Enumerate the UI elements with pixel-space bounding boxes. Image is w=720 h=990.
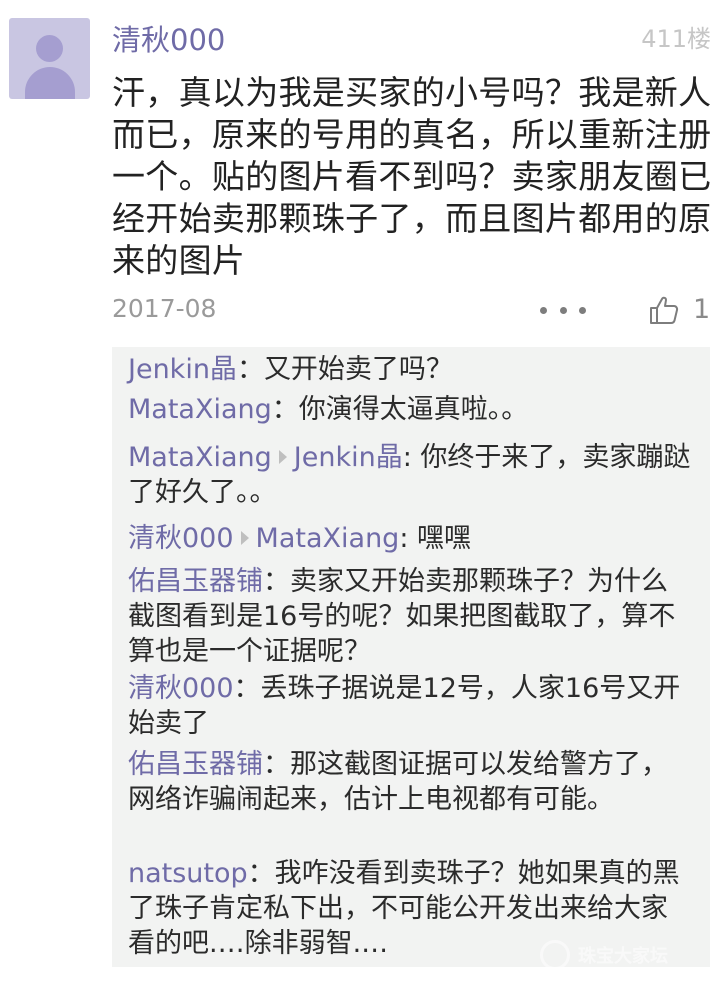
reply-to-author[interactable]: Jenkin晶 bbox=[294, 442, 403, 473]
reply-to-author[interactable]: MataXiang bbox=[256, 523, 400, 554]
reply-item[interactable]: Jenkin晶：又开始卖了吗？ bbox=[128, 352, 693, 387]
more-dot-icon bbox=[559, 306, 567, 314]
user-avatar-icon[interactable] bbox=[9, 18, 90, 99]
reply-list: Jenkin晶：又开始卖了吗？ MataXiang：你演得太逼真啦。。 Mata… bbox=[112, 347, 710, 967]
floor-number: 411楼 bbox=[641, 25, 711, 53]
reply-author[interactable]: 清秋000 bbox=[128, 673, 234, 704]
post-date: 2017-08 bbox=[112, 294, 217, 323]
reply-text: 又开始卖了吗？ bbox=[263, 354, 453, 385]
site-watermark: 珠宝大家坛 bbox=[540, 938, 710, 972]
post-username[interactable]: 清秋000 bbox=[112, 21, 225, 59]
more-dot-icon bbox=[579, 306, 586, 314]
reply-separator: ： bbox=[263, 749, 290, 780]
reply-author[interactable]: 清秋000 bbox=[128, 523, 234, 554]
reply-author[interactable]: Jenkin晶 bbox=[128, 354, 237, 385]
like-count: 1 bbox=[693, 294, 711, 325]
reply-author[interactable]: MataXiang bbox=[128, 442, 272, 473]
reply-author[interactable]: 佑昌玉器铺 bbox=[128, 566, 263, 597]
reply-text: 你演得太逼真啦。。 bbox=[298, 394, 529, 425]
reply-separator: ： bbox=[233, 673, 261, 704]
thumbs-up-icon bbox=[650, 296, 679, 324]
reply-item[interactable]: MataXiang：你演得太逼真啦。。 bbox=[128, 392, 693, 427]
reply-item[interactable]: MataXiang Jenkin晶: 你终于来了，卖家蹦跶了好久了。。 bbox=[128, 440, 693, 510]
avatar-head-shape bbox=[36, 35, 63, 62]
reply-separator: ： bbox=[247, 858, 275, 889]
reply-separator: ： bbox=[271, 394, 299, 425]
reply-separator: ： bbox=[263, 566, 290, 597]
reply-item[interactable]: 佑昌玉器铺：那这截图证据可以发给警方了，网络诈骗闹起来，估计上电视都有可能。 bbox=[128, 747, 693, 817]
reply-item[interactable]: 佑昌玉器铺：卖家又开始卖那颗珠子？为什么截图看到是16号的呢？如果把图截取了，算… bbox=[128, 564, 693, 669]
reply-item[interactable]: 清秋000 MataXiang: 嘿嘿 bbox=[128, 521, 693, 556]
post-content: 汗，真以为我是买家的小号吗？我是新人而已，原来的号用的真名，所以重新注册一个。贴… bbox=[112, 73, 712, 280]
reply-text: 嘿嘿 bbox=[408, 523, 472, 554]
more-dot-icon bbox=[540, 306, 547, 314]
like-button[interactable]: 1 bbox=[649, 292, 710, 328]
reply-to-arrow-icon bbox=[278, 449, 287, 464]
reply-separator: ： bbox=[236, 354, 264, 385]
reply-to-arrow-icon bbox=[240, 530, 249, 545]
reply-author[interactable]: MataXiang bbox=[128, 394, 272, 425]
reply-author[interactable]: 佑昌玉器铺 bbox=[128, 749, 263, 780]
watermark-logo-icon bbox=[540, 940, 570, 970]
avatar-shoulders-shape bbox=[25, 67, 75, 99]
watermark-text: 珠宝大家坛 bbox=[578, 946, 668, 967]
more-options-button[interactable] bbox=[540, 300, 586, 320]
reply-author[interactable]: natsutop bbox=[128, 858, 248, 889]
reply-separator: : bbox=[402, 442, 412, 473]
reply-item[interactable]: 清秋000：丢珠子据说是12号，人家16号又开始卖了 bbox=[128, 671, 693, 741]
